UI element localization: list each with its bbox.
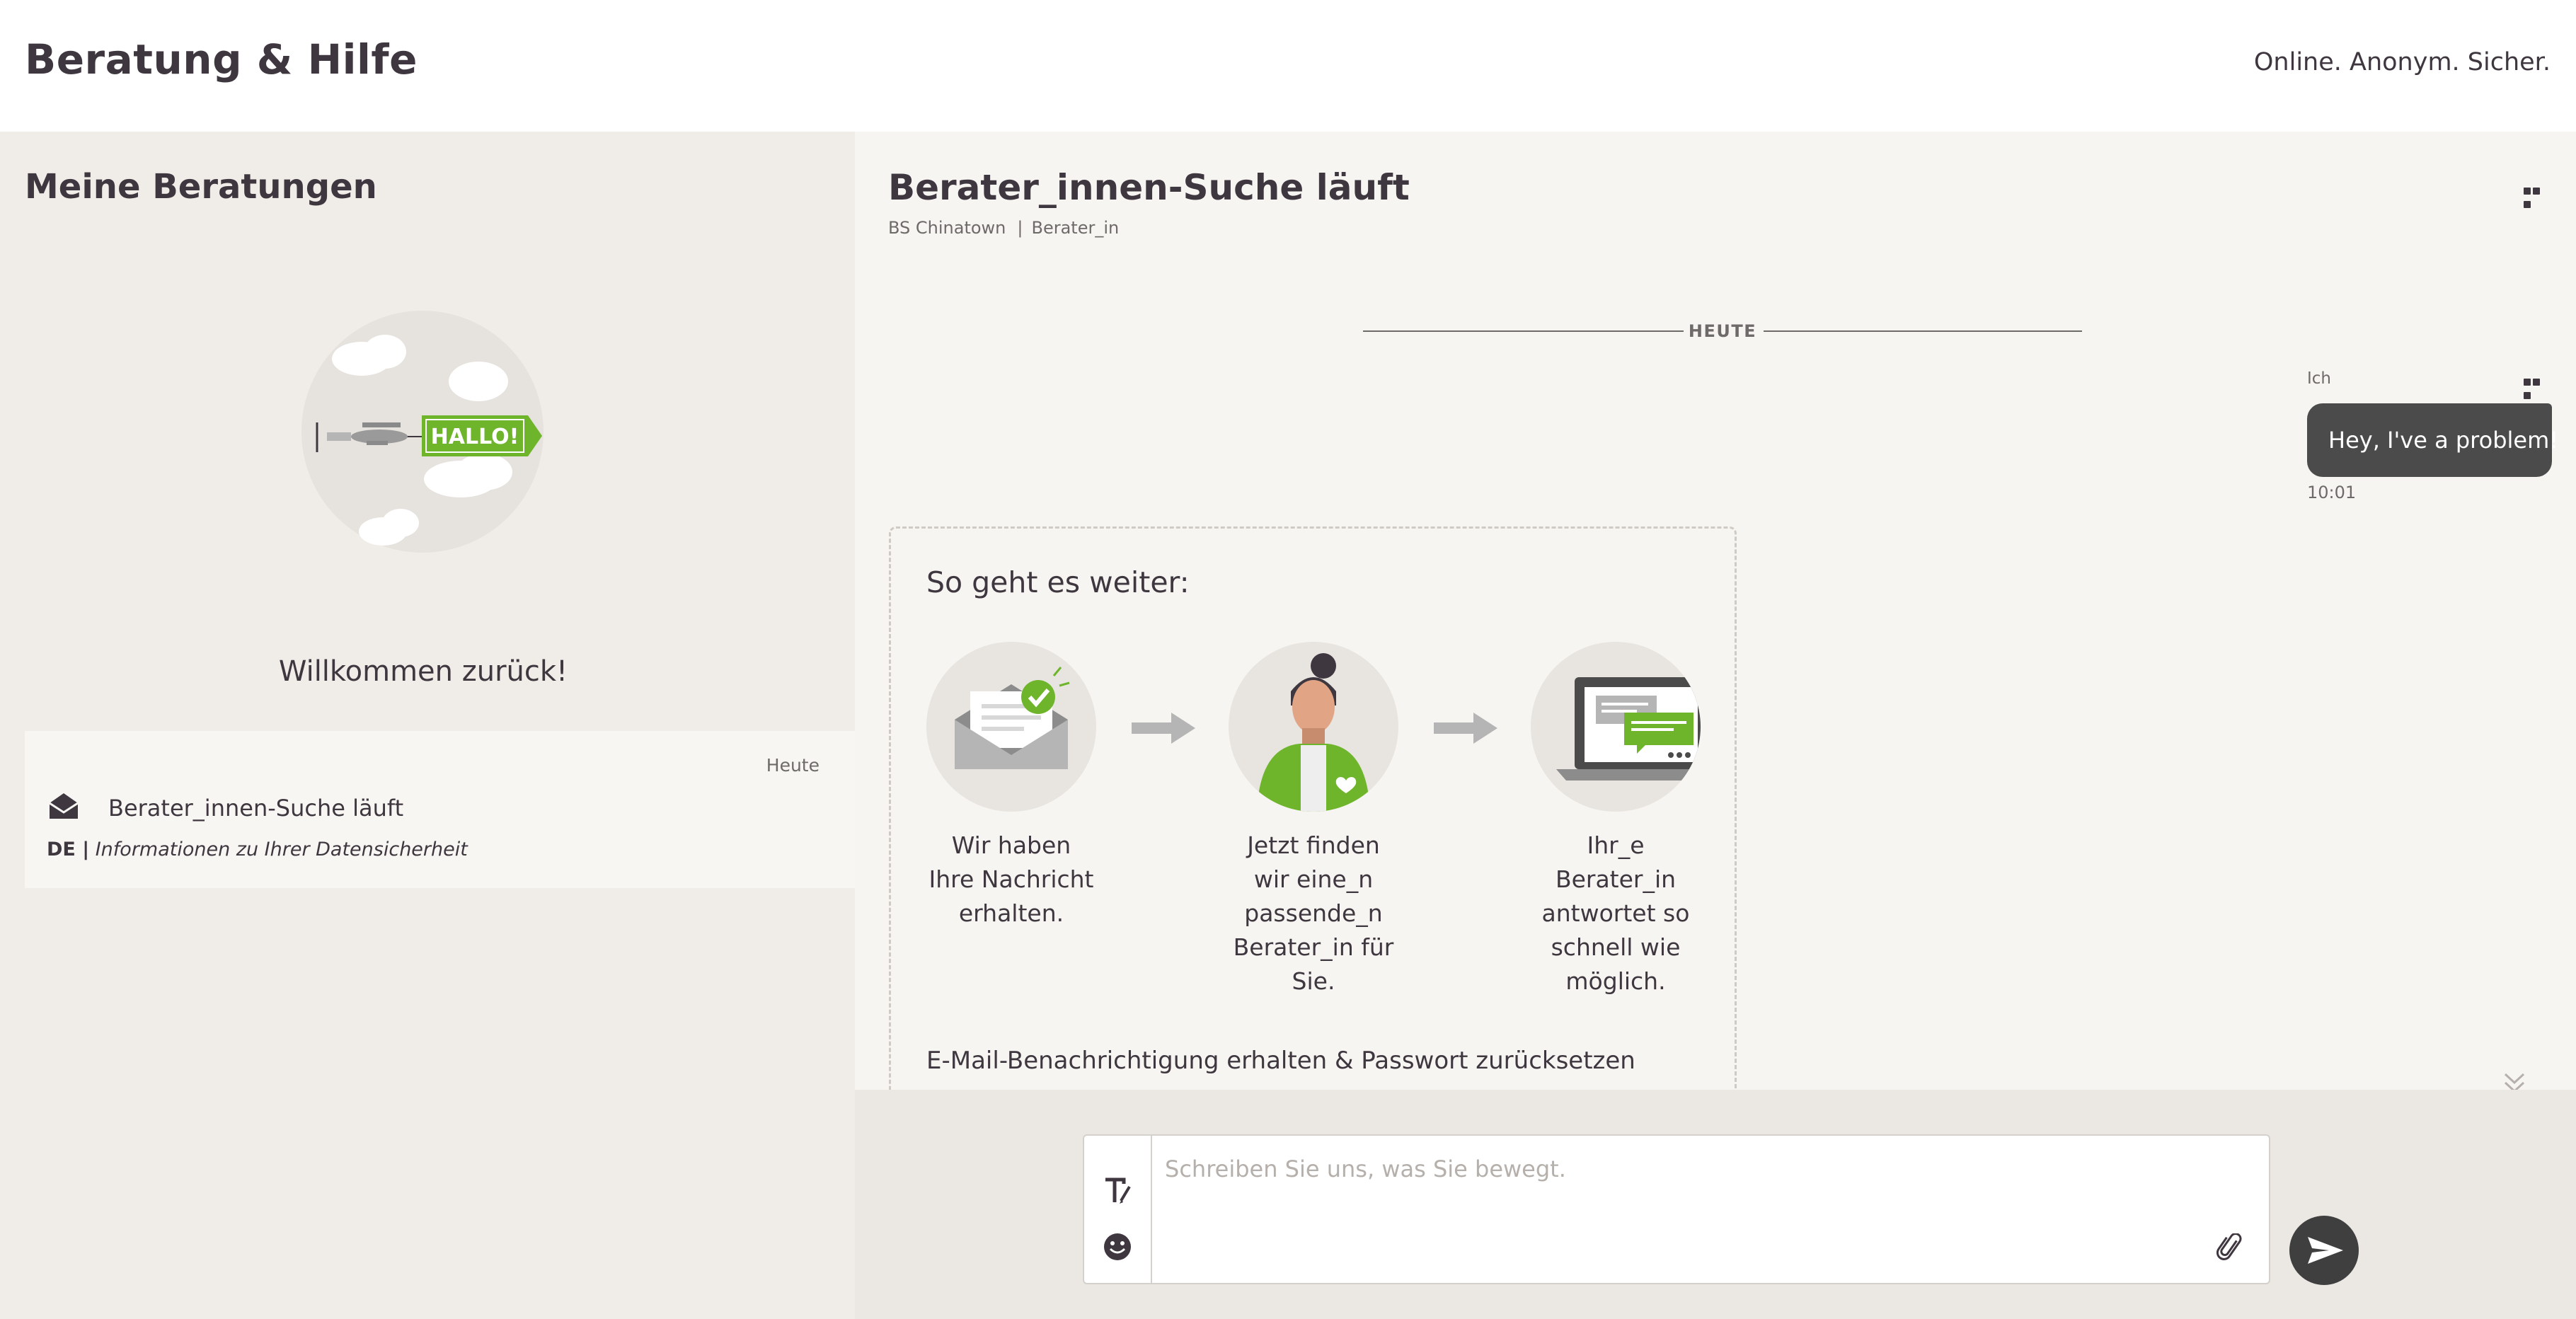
step-3-text: Ihr_e Berater_in antwortet so schnell wi… — [1541, 831, 1690, 995]
chat-title: Berater_innen-Suche läuft — [888, 167, 1410, 208]
chat-subtitle-separator: | — [1017, 218, 1023, 238]
send-icon — [2308, 1237, 2343, 1264]
send-button[interactable] — [2289, 1216, 2359, 1285]
laptop-chat-icon — [1556, 677, 1701, 781]
step-2-text: Jetzt finden wir eine_n passende_n Berat… — [1233, 831, 1394, 995]
arrow-right-icon — [1434, 713, 1497, 744]
message-menu-icon[interactable] — [2524, 375, 2549, 399]
app-header: Beratung & Hilfe Online. Anonym. Sicher. — [0, 0, 2576, 132]
session-meta: DE | Informationen zu Ihrer Datensicherh… — [47, 839, 468, 860]
envelope-check-icon — [955, 667, 1070, 769]
session-list-item[interactable]: Heute Berater_innen-Suche läuft DE | Inf… — [25, 731, 855, 888]
message-bubble: Hey, I've a problem! — [2307, 403, 2558, 477]
svg-text:HALLO!: HALLO! — [431, 425, 519, 449]
message-sender: Ich — [2307, 369, 2332, 388]
step-2: Jetzt finden wir eine_n passende_n Berat… — [1229, 642, 1398, 998]
emoji-icon[interactable] — [1103, 1232, 1132, 1262]
chat-subtitle: BS Chinatown | Berater_in — [888, 218, 1119, 238]
step-3: Ihr_e Berater_in antwortet so schnell wi… — [1531, 642, 1701, 998]
envelope-open-icon — [49, 793, 79, 819]
counselor-icon — [1257, 653, 1370, 812]
text-format-icon[interactable] — [1103, 1175, 1132, 1205]
app-title[interactable]: Beratung & Hilfe — [25, 35, 418, 83]
next-steps-card: So geht es weiter: Wir haben Ihre Nachri… — [889, 526, 1737, 1107]
message-composer — [855, 1090, 2576, 1319]
message-time: 10:01 — [2307, 483, 2357, 502]
composer-box — [1083, 1134, 2270, 1284]
sidebar-title: Meine Beratungen — [25, 167, 377, 207]
step-1-text: Wir haben Ihre Nachricht erhalten. — [928, 831, 1094, 927]
composer-tools — [1084, 1136, 1152, 1283]
chat-menu-icon[interactable] — [2524, 184, 2549, 208]
day-divider-line-right — [1764, 330, 2082, 332]
session-language: DE | — [47, 839, 90, 860]
step-1-circle — [926, 642, 1096, 812]
session-title: Berater_innen-Suche läuft — [108, 795, 404, 822]
sessions-sidebar: Meine Beratungen HALLO! Willkommen zurüc… — [0, 132, 855, 1319]
chat-role: Berater_in — [1031, 218, 1120, 238]
step-3-circle — [1531, 642, 1701, 812]
day-divider: HEUTE — [1363, 317, 2082, 345]
chat-agency: BS Chinatown — [888, 218, 1006, 238]
step-2-circle — [1229, 642, 1398, 812]
app-claim: Online. Anonym. Sicher. — [2253, 48, 2551, 76]
session-date: Heute — [766, 755, 820, 776]
message-input[interactable] — [1152, 1136, 2200, 1283]
email-notification-link[interactable]: E-Mail-Benachrichtigung erhalten & Passw… — [926, 1047, 1635, 1075]
next-steps-title: So geht es weiter: — [926, 565, 1190, 599]
paperclip-icon[interactable] — [2216, 1233, 2245, 1262]
arrow-right-icon — [1132, 713, 1195, 744]
welcome-text: Willkommen zurück! — [278, 655, 568, 688]
hello-plane-illustration: HALLO! — [301, 311, 544, 553]
step-1: Wir haben Ihre Nachricht erhalten. — [926, 642, 1096, 931]
session-subject: Informationen zu Ihrer Datensicherheit — [95, 839, 468, 860]
